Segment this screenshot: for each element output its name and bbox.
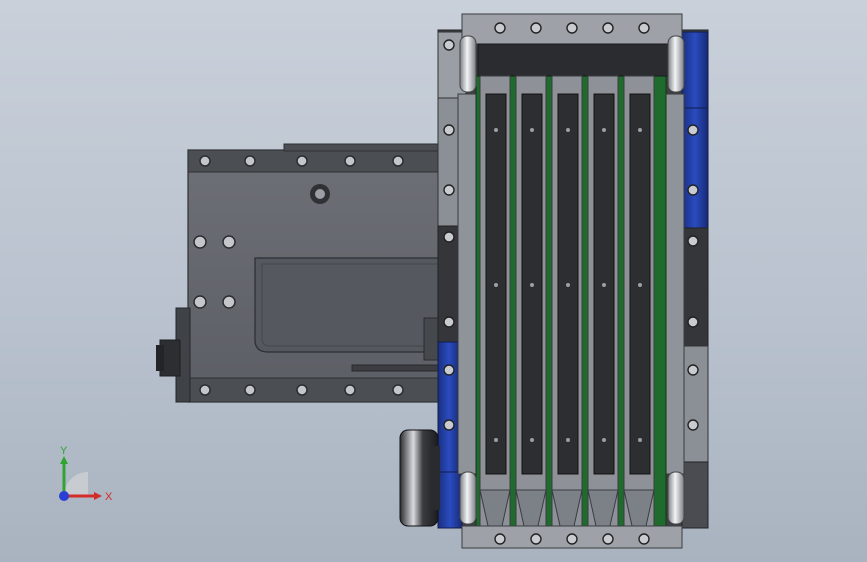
x-axis-label: X — [105, 491, 113, 503]
bottom-left-roller — [459, 471, 477, 525]
tape-lanes — [479, 75, 655, 527]
top-left-roller — [459, 35, 477, 93]
tape-lane — [479, 75, 511, 527]
tape-lane — [515, 75, 547, 527]
center-bolt — [310, 184, 330, 204]
z-axis — [59, 491, 69, 501]
cad-viewport[interactable]: X Y — [0, 0, 867, 562]
feeder-assembly-model[interactable] — [0, 0, 867, 562]
top-right-roller — [667, 35, 685, 93]
side-plate — [156, 143, 441, 403]
tape-lane — [587, 75, 619, 527]
drive-wheel — [399, 429, 440, 527]
tape-lane — [623, 75, 655, 527]
tape-lane — [551, 75, 583, 527]
y-axis-label: Y — [60, 445, 68, 457]
bottom-right-roller — [667, 471, 685, 525]
axis-triad: X Y — [59, 445, 113, 503]
